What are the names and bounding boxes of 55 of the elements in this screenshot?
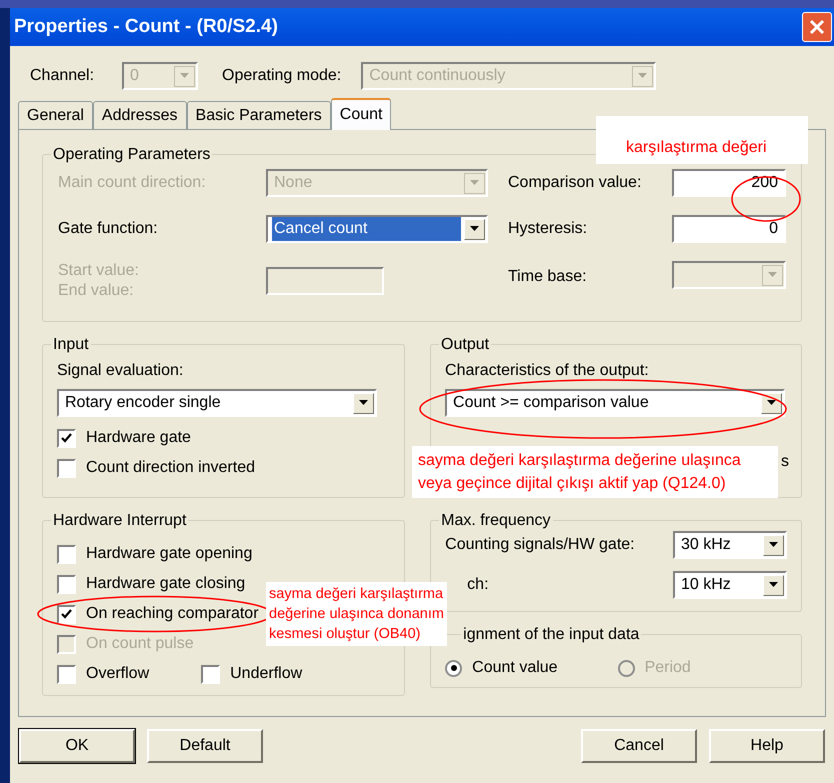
radio-label: Count value bbox=[472, 658, 558, 678]
field-label: Characteristics of the output: bbox=[445, 361, 650, 381]
checkmark-icon bbox=[61, 433, 72, 443]
checkbox[interactable] bbox=[57, 664, 76, 684]
field-label: s bbox=[781, 452, 789, 472]
checkbox-label: On count pulse bbox=[86, 634, 194, 654]
field-label: Signal evaluation: bbox=[57, 361, 184, 381]
checkbox-label: Overflow bbox=[86, 664, 150, 684]
field-label: Hysteresis: bbox=[508, 219, 588, 239]
checkbox[interactable] bbox=[57, 458, 76, 478]
radio-button[interactable] bbox=[445, 660, 462, 676]
field-label: Start value: bbox=[58, 261, 139, 281]
radio-label: Period bbox=[644, 658, 691, 678]
annotation-note: sayma değeri karşılaştırma değerine ulaşınca donanım kesmesi oluştur (OB40) bbox=[266, 582, 447, 646]
tab[interactable]: Count bbox=[330, 98, 392, 130]
field-label: Comparison value: bbox=[508, 173, 642, 193]
checkbox[interactable] bbox=[57, 544, 76, 564]
tab[interactable]: Addresses bbox=[92, 101, 187, 129]
dropdown[interactable]: 10 kHz bbox=[673, 571, 787, 599]
close-button[interactable] bbox=[802, 12, 832, 42]
dropdown[interactable]: Cancel count bbox=[266, 215, 488, 243]
checkbox[interactable] bbox=[201, 664, 220, 684]
checkbox[interactable] bbox=[57, 574, 76, 594]
field-label: Operating mode: bbox=[222, 66, 342, 86]
checkbox[interactable] bbox=[57, 604, 76, 624]
checkbox-label: Count direction inverted bbox=[86, 458, 255, 478]
checkbox-label: Hardware gate closing bbox=[86, 574, 246, 594]
checkmark-icon bbox=[61, 609, 72, 619]
field-label: ch: bbox=[467, 575, 489, 595]
field-label: Channel: bbox=[30, 66, 94, 86]
checkbox-label: Underflow bbox=[230, 664, 302, 684]
dialog-button[interactable]: Help bbox=[709, 729, 825, 763]
field-label: Gate function: bbox=[58, 219, 158, 239]
checkbox-label: Hardware gate bbox=[86, 428, 191, 448]
window-title: Properties - Count - (R0/S2.4) bbox=[14, 14, 278, 39]
field-label: End value: bbox=[58, 281, 135, 301]
dropdown[interactable]: 30 kHz bbox=[673, 531, 787, 559]
checkbox-label: Hardware gate opening bbox=[86, 544, 252, 564]
checkbox[interactable] bbox=[57, 428, 76, 448]
field-label: Counting signals/HW gate: bbox=[445, 535, 635, 555]
tab[interactable]: Basic Parameters bbox=[186, 101, 331, 129]
dialog-button[interactable]: Cancel bbox=[581, 729, 697, 763]
annotation-note: karşılaştırma değeri bbox=[596, 116, 808, 164]
dropdown[interactable]: Count >= comparison value bbox=[445, 389, 786, 417]
dialog-button[interactable]: Default bbox=[147, 729, 263, 763]
tab[interactable]: General bbox=[18, 101, 93, 129]
dropdown[interactable]: Rotary encoder single bbox=[57, 389, 377, 417]
close-icon bbox=[809, 19, 825, 35]
annotation-note: sayma değeri karşılaştırma değerine ulaşınca veya geçince dijital çıkışı aktif yap (Q124.0) bbox=[412, 446, 778, 498]
annotation-ellipse bbox=[730, 175, 802, 223]
field-label: Time base: bbox=[508, 267, 587, 287]
checkbox-label: On reaching comparator bbox=[86, 604, 259, 624]
field-label: Main count direction: bbox=[58, 173, 206, 193]
dialog-button[interactable]: OK bbox=[19, 729, 135, 763]
input-field[interactable]: 0 bbox=[672, 215, 786, 243]
